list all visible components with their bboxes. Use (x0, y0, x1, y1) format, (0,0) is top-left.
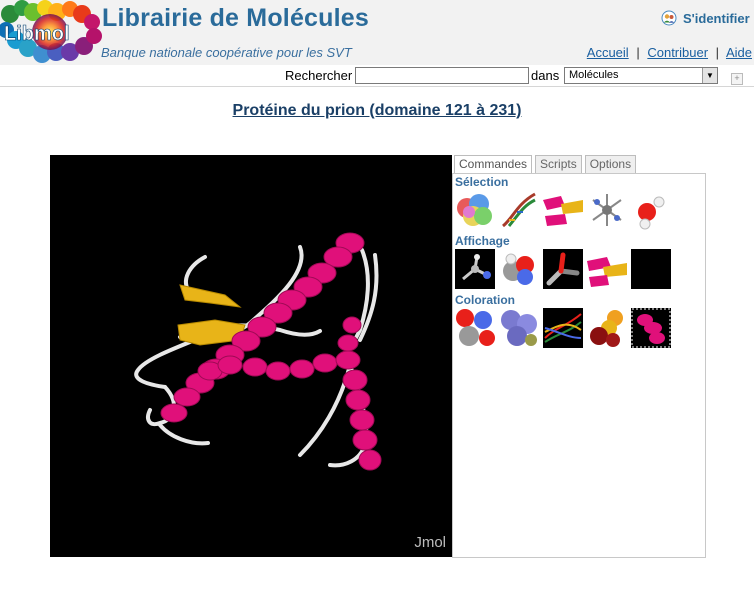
nav-contribute-link[interactable]: Contribuer (647, 45, 708, 60)
select-ligand-icon[interactable] (587, 190, 627, 230)
search-scope-value: Molécules (569, 69, 619, 81)
selection-icon-row (455, 190, 671, 230)
chevron-down-icon[interactable]: ▼ (702, 68, 717, 83)
search-scope-select[interactable]: Molécules ▼ (564, 67, 718, 84)
search-input[interactable] (355, 67, 529, 84)
nav-separator: | (715, 45, 720, 60)
expand-icon[interactable]: + (731, 73, 743, 85)
page-title[interactable]: Protéine du prion (domaine 121 à 231) (0, 102, 754, 120)
command-panel: Sélection Affichage Coloration (452, 173, 706, 558)
sticks-icon[interactable] (543, 249, 583, 289)
login-label: S'identifier (683, 10, 750, 26)
beta-strand (179, 284, 242, 308)
color-by-chain-icon[interactable] (499, 308, 539, 348)
ball-and-stick-icon[interactable] (455, 249, 495, 289)
site-title: Librairie de Molécules (102, 4, 369, 32)
nav-help-link[interactable]: Aide (726, 45, 752, 60)
login-link[interactable]: S'identifier (661, 10, 750, 26)
display-section-title: Affichage (455, 234, 510, 248)
tab-options[interactable]: Options (584, 155, 637, 174)
search-scope-label: dans (531, 68, 560, 83)
color-by-structure-icon[interactable] (543, 308, 583, 348)
color-by-element-icon[interactable] (455, 308, 495, 348)
command-tabs: Commandes Scripts Options (454, 155, 637, 174)
search-bar: Rechercher dans Molécules ▼ + (0, 65, 754, 87)
cartoon-icon[interactable] (587, 249, 627, 289)
select-protein-icon[interactable] (543, 190, 583, 230)
tab-scripts[interactable]: Scripts (535, 155, 582, 174)
site-header: Libmol Librairie de Molécules Banque nat… (0, 0, 754, 65)
color-by-residue-icon[interactable] (587, 308, 627, 348)
nav-separator: | (636, 45, 640, 60)
nav-home-link[interactable]: Accueil (587, 45, 629, 60)
user-icon (661, 10, 677, 26)
search-label: Rechercher (285, 68, 353, 83)
select-dna-icon[interactable] (499, 190, 539, 230)
tab-commandes[interactable]: Commandes (454, 155, 533, 174)
select-water-icon[interactable] (631, 190, 671, 230)
coloring-section-title: Coloration (455, 293, 515, 307)
jmol-label: Jmol (414, 534, 446, 551)
libmol-logo[interactable]: Libmol (0, 0, 102, 65)
spacefill-icon[interactable] (499, 249, 539, 289)
top-navigation: Accueil | Contribuer | Aide (587, 45, 752, 60)
logo-text: Libmol (4, 23, 70, 45)
selection-section-title: Sélection (455, 175, 509, 189)
site-subtitle: Banque nationale coopérative pour les SV… (101, 45, 352, 60)
display-icon-row (455, 249, 671, 289)
jmol-viewer[interactable]: Jmol (50, 155, 452, 557)
hide-icon[interactable] (631, 249, 671, 289)
coloring-icon-row (455, 308, 671, 348)
color-uniform-icon[interactable] (631, 308, 671, 348)
select-all-atoms-icon[interactable] (455, 190, 495, 230)
protein-cartoon (134, 232, 382, 471)
